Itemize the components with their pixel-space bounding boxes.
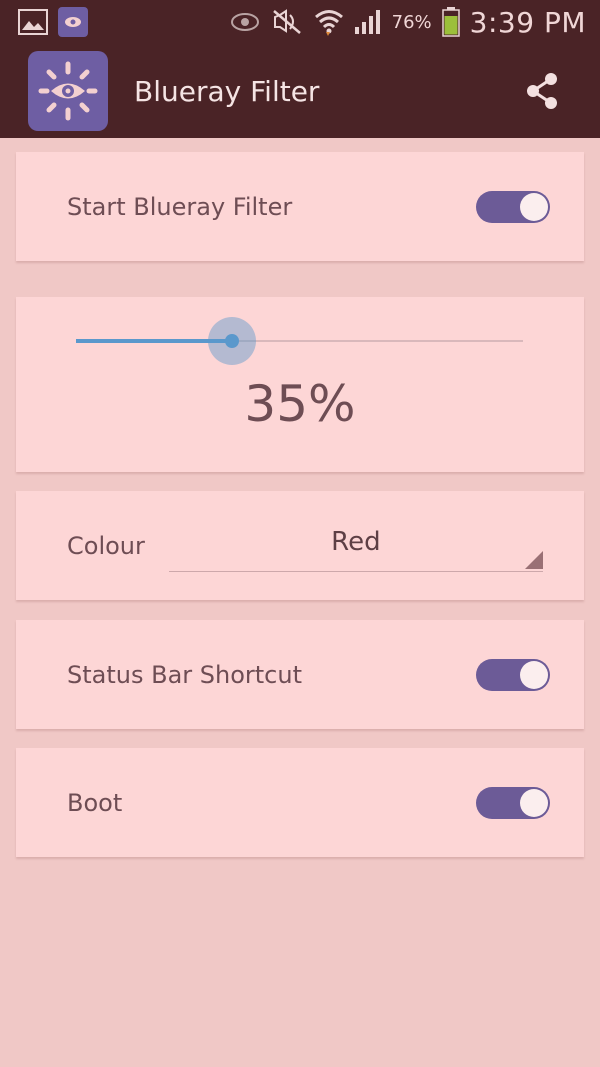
intensity-slider-area: 35% <box>16 297 584 472</box>
share-button[interactable] <box>522 71 562 111</box>
wifi-icon <box>314 8 344 36</box>
slider-thumb-dot <box>225 334 240 348</box>
signal-icon <box>354 9 382 35</box>
intensity-slider[interactable] <box>76 339 523 343</box>
intensity-card: 35% <box>16 297 584 472</box>
battery-icon <box>441 7 460 37</box>
start-filter-card: Start Blueray Filter <box>16 152 584 261</box>
start-filter-switch[interactable] <box>476 190 550 223</box>
dropdown-caret-icon <box>524 551 543 569</box>
colour-select[interactable]: Red <box>168 519 543 572</box>
intensity-percent: 35% <box>244 375 356 433</box>
switch-thumb <box>520 788 548 817</box>
status-bar-shortcut-card: Status Bar Shortcut <box>16 620 584 729</box>
colour-select-value: Red <box>331 527 381 557</box>
colour-card: Colour Red <box>16 491 584 600</box>
battery-percent: 76% <box>391 11 432 33</box>
app-bar: Blueray Filter <box>0 44 600 138</box>
share-icon <box>527 73 557 109</box>
gallery-icon <box>18 9 48 35</box>
mute-icon <box>270 7 304 37</box>
switch-thumb <box>520 192 548 221</box>
status-bar-notifications <box>18 7 88 37</box>
app-title: Blueray Filter <box>134 74 320 108</box>
status-bar-system: 76% 3:39 PM <box>230 6 586 39</box>
boot-label: Boot <box>67 788 123 817</box>
status-bar: 76% 3:39 PM <box>0 0 600 44</box>
status-bar-shortcut-label: Status Bar Shortcut <box>67 660 302 689</box>
boot-switch[interactable] <box>476 786 550 819</box>
eye-app-icon <box>58 7 88 37</box>
status-bar-shortcut-switch[interactable] <box>476 658 550 691</box>
eye-icon <box>230 12 260 32</box>
switch-thumb <box>520 660 548 689</box>
start-filter-label: Start Blueray Filter <box>67 192 293 221</box>
clock: 3:39 PM <box>469 5 586 39</box>
colour-label: Colour <box>67 531 145 560</box>
eye-sun-icon <box>28 51 108 131</box>
boot-card: Boot <box>16 748 584 857</box>
